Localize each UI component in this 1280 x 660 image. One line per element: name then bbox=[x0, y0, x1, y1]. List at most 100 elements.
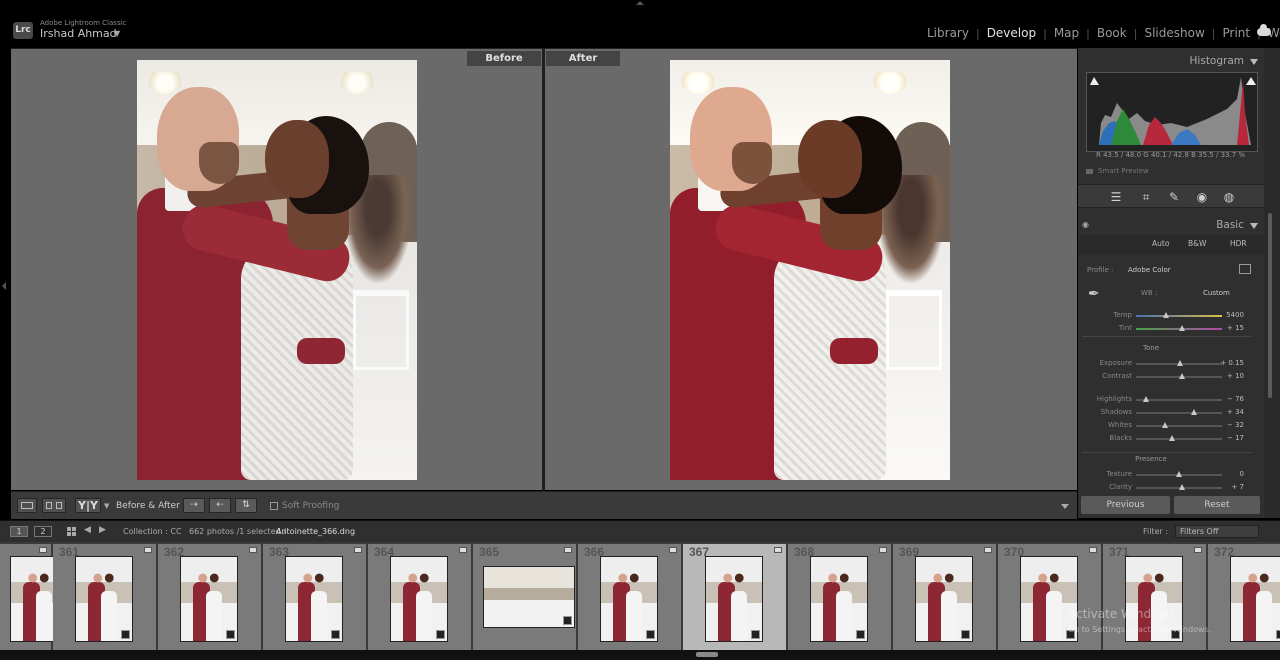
healing-icon[interactable]: ✎ bbox=[1167, 190, 1181, 204]
cell-badge-icon[interactable] bbox=[459, 547, 467, 553]
filmstrip-cell[interactable]: 372 bbox=[1208, 544, 1280, 650]
collapse-triangle-icon[interactable] bbox=[1250, 59, 1258, 65]
chevron-down-icon[interactable]: ▼ bbox=[104, 502, 109, 510]
slider-value[interactable]: + 7 bbox=[1231, 483, 1244, 491]
filmstrip-cell[interactable]: 370 bbox=[998, 544, 1101, 650]
cell-badge-icon[interactable] bbox=[1194, 547, 1202, 553]
slider-thumb[interactable] bbox=[1178, 373, 1185, 379]
filmstrip-thumbnail[interactable] bbox=[600, 556, 658, 642]
slider-texture[interactable]: Texture 0 bbox=[1078, 469, 1264, 481]
left-panel-toggle-icon[interactable] bbox=[2, 282, 6, 290]
cloud-sync-icon[interactable] bbox=[1257, 24, 1271, 36]
slider-track[interactable] bbox=[1136, 373, 1222, 379]
soft-proofing-checkbox[interactable] bbox=[270, 502, 278, 510]
auto-button[interactable]: Auto bbox=[1152, 239, 1169, 248]
wb-dropdown[interactable]: Custom bbox=[1203, 289, 1230, 297]
slider-track[interactable] bbox=[1136, 471, 1222, 477]
filmstrip-cell[interactable]: 361 bbox=[53, 544, 156, 650]
module-book[interactable]: Book bbox=[1090, 26, 1134, 40]
nav-back-icon[interactable]: ◀ bbox=[84, 525, 91, 535]
user-name[interactable]: Irshad Ahmad bbox=[40, 27, 117, 40]
slider-value[interactable]: + 10 bbox=[1227, 372, 1244, 380]
secondary-window-button[interactable]: 2 bbox=[34, 526, 52, 537]
cell-badge-icon[interactable] bbox=[249, 547, 257, 553]
filmstrip-thumbnail[interactable] bbox=[390, 556, 448, 642]
filmstrip-cell[interactable]: 363 bbox=[263, 544, 366, 650]
filmstrip-thumbnail[interactable] bbox=[180, 556, 238, 642]
wb-eyedropper-icon[interactable]: ✒ bbox=[1088, 286, 1108, 306]
filmstrip-thumbnail[interactable] bbox=[705, 556, 763, 642]
filmstrip-cell[interactable]: 364 bbox=[368, 544, 471, 650]
slider-track[interactable] bbox=[1136, 325, 1222, 331]
cell-badge-icon[interactable] bbox=[564, 547, 572, 553]
cell-badge-icon[interactable] bbox=[984, 547, 992, 553]
cell-badge-icon[interactable] bbox=[144, 547, 152, 553]
slider-value[interactable]: + 15 bbox=[1227, 324, 1244, 332]
profile-browser-icon[interactable] bbox=[1239, 264, 1251, 274]
filmstrip-cell[interactable]: 365 bbox=[473, 544, 576, 650]
before-photo[interactable] bbox=[137, 60, 417, 480]
slider-track[interactable] bbox=[1136, 396, 1222, 402]
slider-thumb[interactable] bbox=[1179, 484, 1186, 490]
hdr-button[interactable]: HDR bbox=[1230, 239, 1247, 248]
slider-temp[interactable]: Temp 5400 bbox=[1078, 310, 1264, 322]
scrollbar-thumb[interactable] bbox=[696, 652, 718, 657]
copy-after-to-before-button[interactable]: ⇠ bbox=[209, 498, 231, 513]
filmstrip-cell[interactable]: 366 bbox=[578, 544, 681, 650]
slider-value[interactable]: 0 bbox=[1240, 470, 1244, 478]
filmstrip-cell[interactable]: 362 bbox=[158, 544, 261, 650]
filmstrip-thumbnail[interactable] bbox=[1230, 556, 1280, 642]
slider-thumb[interactable] bbox=[1176, 360, 1183, 366]
bw-button[interactable]: B&W bbox=[1188, 239, 1206, 248]
slider-clarity[interactable]: Clarity + 7 bbox=[1078, 482, 1264, 494]
slider-track[interactable] bbox=[1136, 435, 1222, 441]
slider-track[interactable] bbox=[1136, 312, 1222, 318]
toolbar-content-menu-icon[interactable] bbox=[1061, 504, 1069, 509]
slider-track[interactable] bbox=[1136, 422, 1222, 428]
cell-badge-icon[interactable] bbox=[39, 547, 47, 553]
slider-thumb[interactable] bbox=[1190, 409, 1197, 415]
slider-track[interactable] bbox=[1136, 409, 1222, 415]
module-develop[interactable]: Develop bbox=[980, 26, 1043, 40]
cell-badge-icon[interactable] bbox=[354, 547, 362, 553]
scrollbar-thumb[interactable] bbox=[1268, 213, 1272, 398]
collection-source[interactable]: Collection : CC bbox=[123, 527, 182, 536]
filmstrip-thumbnail[interactable] bbox=[810, 556, 868, 642]
slider-thumb[interactable] bbox=[1163, 312, 1170, 318]
filter-dropdown[interactable]: Filters Off bbox=[1175, 525, 1259, 538]
sliders-icon[interactable]: ☰ bbox=[1109, 190, 1123, 204]
slider-exposure[interactable]: Exposure + 0.15 bbox=[1078, 358, 1264, 370]
filmstrip-scrollbar[interactable] bbox=[0, 650, 1280, 660]
slider-value[interactable]: + 34 bbox=[1227, 408, 1244, 416]
before-after-mode-button[interactable]: Y|Y bbox=[75, 498, 101, 513]
basic-header[interactable]: Basic bbox=[1078, 214, 1264, 234]
chevron-down-icon[interactable]: ▼ bbox=[114, 29, 120, 38]
slider-contrast[interactable]: Contrast + 10 bbox=[1078, 371, 1264, 383]
previous-button[interactable]: Previous bbox=[1081, 496, 1170, 514]
grid-view-icon[interactable] bbox=[67, 527, 76, 536]
crop-icon[interactable]: ⌗ bbox=[1139, 190, 1153, 204]
slider-value[interactable]: − 76 bbox=[1227, 395, 1244, 403]
filmstrip-cell[interactable]: 371 bbox=[1103, 544, 1206, 650]
module-map[interactable]: Map bbox=[1047, 26, 1086, 40]
filmstrip-thumbnail[interactable] bbox=[483, 566, 575, 628]
slider-blacks[interactable]: Blacks − 17 bbox=[1078, 433, 1264, 445]
filmstrip-cell[interactable]: 367 bbox=[683, 544, 786, 650]
slider-thumb[interactable] bbox=[1143, 396, 1150, 402]
red-eye-icon[interactable]: ◉ bbox=[1195, 190, 1209, 204]
slider-highlights[interactable]: Highlights − 76 bbox=[1078, 394, 1264, 406]
histogram-header[interactable]: Histogram bbox=[1078, 50, 1264, 70]
filmstrip-cell[interactable] bbox=[0, 544, 68, 650]
slider-thumb[interactable] bbox=[1178, 325, 1185, 331]
module-slideshow[interactable]: Slideshow bbox=[1137, 26, 1211, 40]
slider-shadows[interactable]: Shadows + 34 bbox=[1078, 407, 1264, 419]
masking-icon[interactable]: ◍ bbox=[1222, 190, 1236, 204]
cell-badge-icon[interactable] bbox=[669, 547, 677, 553]
reset-button[interactable]: Reset bbox=[1174, 496, 1260, 514]
selected-filename[interactable]: Antoinette_366.dng bbox=[276, 527, 355, 536]
filmstrip-cell[interactable]: 368 bbox=[788, 544, 891, 650]
slider-track[interactable] bbox=[1136, 484, 1222, 490]
collapse-triangle-icon[interactable] bbox=[1250, 223, 1258, 229]
collapse-top-panel-icon[interactable] bbox=[636, 1, 644, 5]
profile-dropdown[interactable]: Adobe Color bbox=[1128, 266, 1171, 274]
